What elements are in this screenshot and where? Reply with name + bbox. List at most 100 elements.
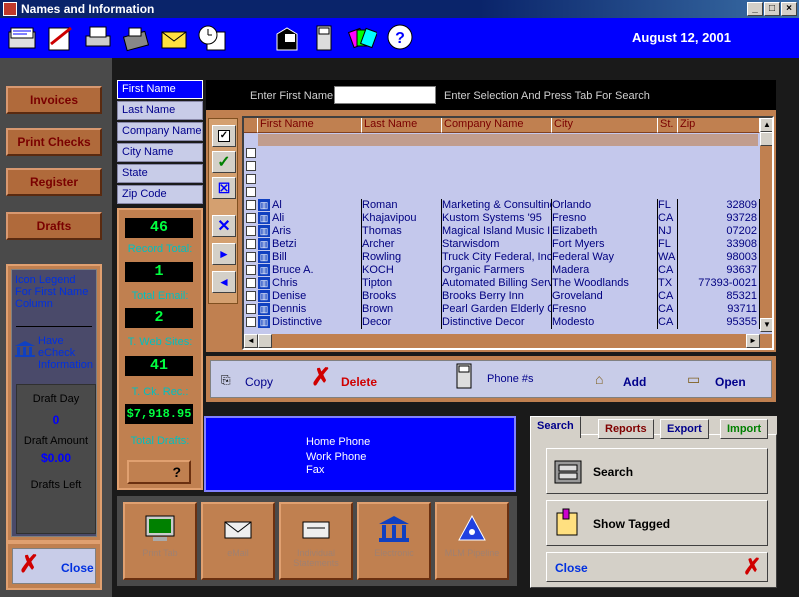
echeck-bank-icon: ▥ [258,251,270,263]
tab-search[interactable]: Search [530,416,581,438]
electronic-button[interactable]: Electronic [357,502,431,580]
empty-row[interactable] [244,186,756,199]
field-last-name[interactable]: Last Name [117,101,203,120]
table-row[interactable]: ▥ Aris Thomas Magical Island Music Ir Elizab… [244,225,760,238]
field-company-name[interactable]: Company Name [117,122,203,141]
scroll-down-icon[interactable]: ▼ [760,318,772,332]
table-row[interactable]: ▥ Dennis Brown Pearl Garden Elderly C Fresno… [244,303,760,316]
row-checkbox[interactable] [246,317,256,327]
empty-row[interactable] [244,160,756,173]
field-state[interactable]: State [117,164,203,183]
search-button[interactable]: Search [546,448,768,494]
invoices-button[interactable]: Invoices [6,86,102,114]
drafts-button[interactable]: Drafts [6,212,102,240]
minimize-button[interactable]: _ [747,2,763,16]
table-row[interactable]: ▥ Denise Brooks Brooks Berry Inn Groveland CA… [244,290,760,303]
table-row[interactable]: ▥ Betzi Archer Starwisdom Fort Myers FL 33908 [244,238,760,251]
stats-help-button[interactable]: ? [127,460,191,484]
write-letter-icon[interactable] [44,22,76,54]
cell-first: Al [272,199,362,212]
col-header-city[interactable]: City [552,118,658,133]
scroll-right-icon[interactable]: ► [746,334,760,348]
tag-checkbox-button[interactable]: ✓ [212,125,236,147]
print-checks-button[interactable]: Print Checks [6,128,102,156]
row-checkbox[interactable] [246,252,256,262]
new-record-row[interactable] [258,134,758,146]
hscroll-thumb[interactable] [258,334,272,348]
table-row[interactable]: ▥ Bruce A. KOCH Organic Farmers Madera CA 9363… [244,264,760,277]
register-button[interactable]: Register [6,168,102,196]
tab-import[interactable]: Import [720,419,769,439]
col-header-state[interactable]: St. [658,118,678,133]
add-action[interactable]: ⌂ Add [595,369,655,391]
mlm-pipeline-button[interactable]: MLM Pipeline [435,502,509,580]
copy-action[interactable]: ⎘ Copy [221,369,281,391]
close-search-button[interactable]: Close ✗ [546,552,768,582]
email-button[interactable]: eMail [201,502,275,580]
cell-first: Aris [272,225,362,238]
close-window-button[interactable]: × [781,2,797,16]
row-checkbox[interactable] [246,161,256,171]
horizontal-scrollbar[interactable]: ◄ ► [244,334,772,348]
col-header-last-name[interactable]: Last Name [362,118,442,133]
table-row[interactable]: ▥ Chris Tipton Automated Billing Serv The Wo… [244,277,760,290]
row-checkbox[interactable] [246,265,256,275]
first-name-search-input[interactable] [334,86,436,104]
envelope-icon[interactable] [158,22,190,54]
empty-row[interactable] [244,173,756,186]
untag-button[interactable]: ☒ [212,177,236,199]
tab-export[interactable]: Export [660,419,709,439]
row-checkbox[interactable] [246,187,256,197]
delete-action[interactable]: ✗ Delete [307,365,387,395]
field-first-name[interactable]: First Name [117,80,203,99]
row-checkbox[interactable] [246,304,256,314]
file-cabinet-icon [551,455,587,490]
tab-reports[interactable]: Reports [598,419,654,439]
prev-button[interactable]: ◄ [212,271,236,293]
table-row[interactable]: ▥ Distinctive Decor Distinctive Decor Modest… [244,316,760,329]
field-zip-code[interactable]: Zip Code [117,185,203,204]
show-tagged-button[interactable]: Show Tagged [546,500,768,546]
row-checkbox[interactable] [246,278,256,288]
empty-row[interactable] [244,147,756,160]
row-checkbox[interactable] [246,239,256,249]
print-tab-button[interactable]: Print Tab [123,502,197,580]
table-row[interactable]: ▥ Bill Rowling Truck City Federal, Inc Feder… [244,251,760,264]
clear-tags-button[interactable]: ✕ [212,215,236,237]
vertical-scrollbar[interactable]: ▲ ▼ [760,118,772,332]
rolodex-icon[interactable] [6,22,38,54]
phone-action[interactable]: Phone #s [455,363,545,395]
clock-calendar-icon[interactable] [196,22,228,54]
col-header-company[interactable]: Company Name [442,118,552,133]
field-city-name[interactable]: City Name [117,143,203,162]
close-left-button[interactable]: ✗ Close [12,548,96,584]
check-all-button[interactable]: ✓ [212,151,236,173]
mailbox-icon[interactable] [270,22,302,54]
col-header-first-name[interactable]: First Name [258,118,362,133]
row-checkbox[interactable] [246,174,256,184]
row-checkbox[interactable] [246,213,256,223]
fax-icon[interactable] [120,22,152,54]
individual-statements-button[interactable]: Individual Statements [279,502,353,580]
scroll-left-icon[interactable]: ◄ [244,334,258,348]
phone-icon[interactable] [308,22,340,54]
total-email-value: 1 [125,262,193,282]
help-icon[interactable]: ? [384,22,416,54]
col-header-zip[interactable]: Zip [678,118,760,133]
row-checkbox[interactable] [246,148,256,158]
printer-icon[interactable] [82,22,114,54]
scroll-up-icon[interactable]: ▲ [760,118,772,132]
cell-city: Fresno [552,303,658,316]
scroll-thumb[interactable] [760,132,772,146]
cell-st: NJ [658,225,678,238]
table-row[interactable]: ▥ Al Roman Marketing & Consulting Orlando FL 3… [244,199,760,212]
row-checkbox[interactable] [246,291,256,301]
next-button[interactable]: ► [212,243,236,265]
row-checkbox[interactable] [246,226,256,236]
table-row[interactable]: ▥ Ali Khajavipou Kustom Systems '95 Fresno CA… [244,212,760,225]
cell-last: Rowling [362,251,442,264]
row-checkbox[interactable] [246,200,256,210]
cards-icon[interactable] [346,22,378,54]
maximize-button[interactable]: □ [764,2,780,16]
open-action[interactable]: ▭ Open [687,369,757,391]
